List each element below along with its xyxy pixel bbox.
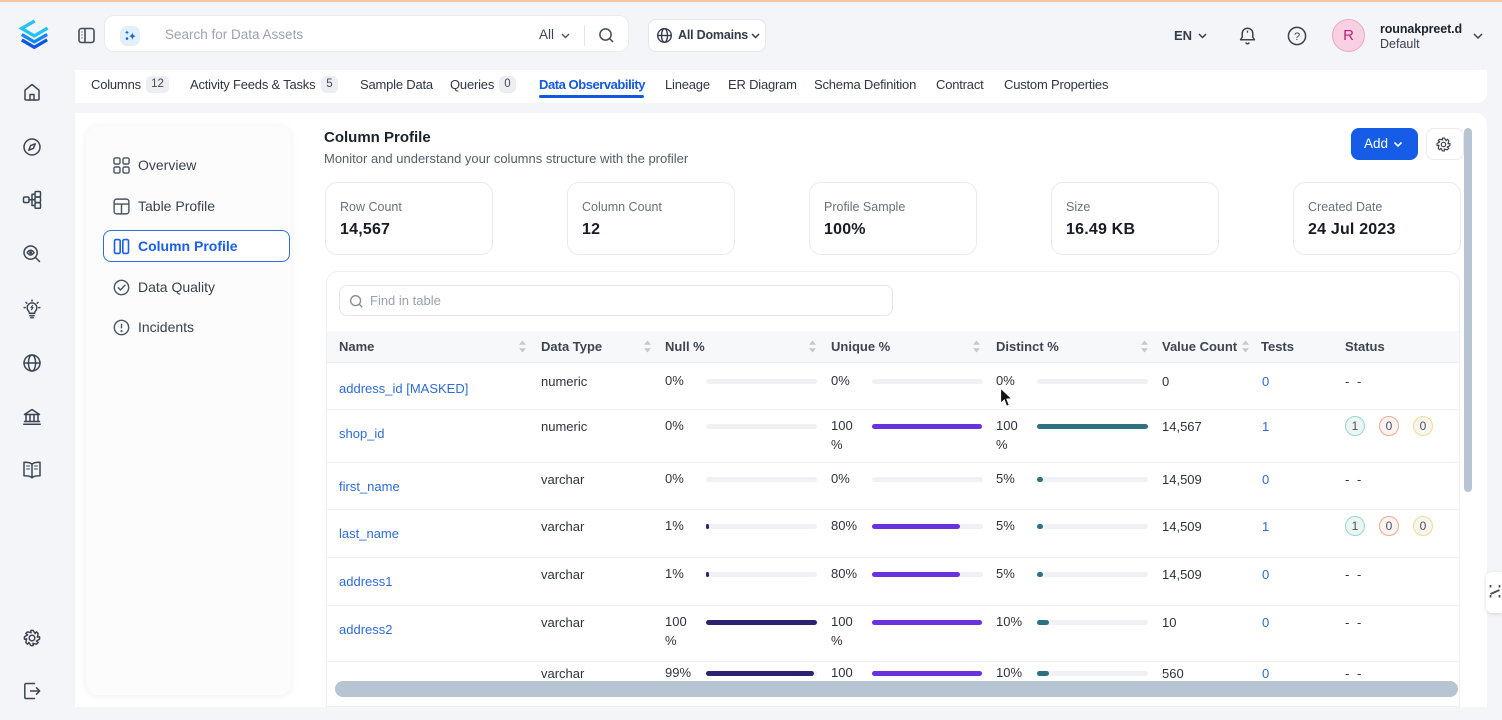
svg-text:?: ? <box>1294 31 1300 43</box>
